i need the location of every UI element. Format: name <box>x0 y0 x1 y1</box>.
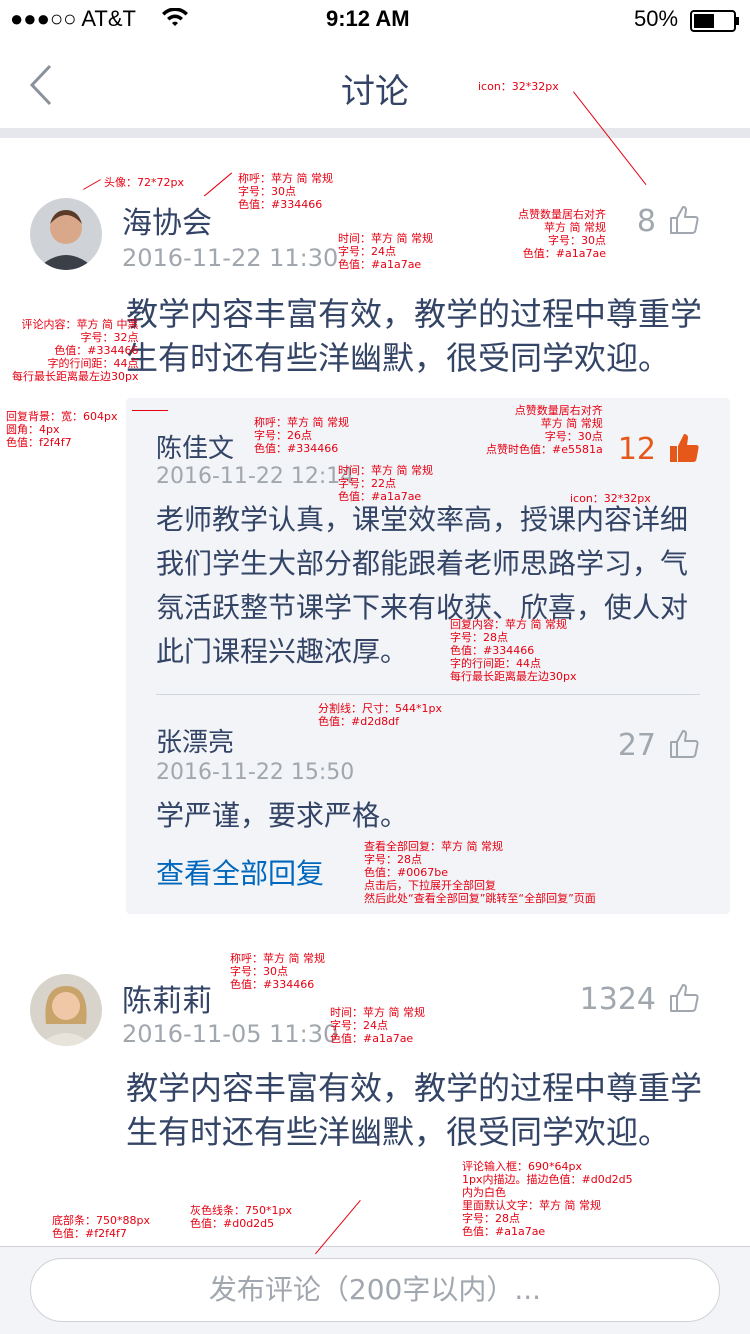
annotation-input-spec: 评论输入框：690*64px 1px内描边。描边色值：#d0d2d5 内为白色 里面默… <box>462 1160 633 1238</box>
reply-name[interactable]: 陈佳文 <box>156 428 234 465</box>
nav-bar: 讨论 <box>0 40 750 128</box>
annotation-time-spec: 时间：苹方 简 常规 字号：24点 色值：#a1a7ae <box>338 232 433 271</box>
annotation-reply-content-spec: 回复内容：苹方 简 常规 字号：28点 色值：#334466 字的行间距：44点 每行最… <box>450 618 577 683</box>
like-count: 1324 <box>579 982 656 1017</box>
like-count: 27 <box>617 728 656 763</box>
reply-name[interactable]: 张漂亮 <box>156 722 234 759</box>
reply-divider <box>156 694 700 695</box>
annotation-time-spec: 时间：苹方 简 常规 字号：24点 色值：#a1a7ae <box>330 1006 425 1045</box>
annotation-icon-size: icon：32*32px <box>478 80 559 93</box>
status-time: 9:12 AM <box>326 6 410 31</box>
thumb-up-icon <box>670 730 699 758</box>
comment-time: 2016-11-05 11:30 <box>122 1020 339 1048</box>
annotation-avatar: 头像：72*72px <box>104 176 184 189</box>
avatar[interactable] <box>30 198 102 270</box>
annotation-leader-line <box>132 410 168 411</box>
commenter-name[interactable]: 海协会 <box>122 198 212 242</box>
annotation-name-spec: 称呼：苹方 简 常规 字号：30点 色值：#334466 <box>230 952 325 991</box>
annotation-reply-time-spec: 时间：苹方 简 常规 字号：22点 色值：#a1a7ae <box>338 464 433 503</box>
page-title: 讨论 <box>341 72 409 112</box>
annotation-leader-line <box>203 172 233 197</box>
annotation-more-spec: 查看全部回复：苹方 简 常规 字号：28点 色值：#0067be 点击后，下拉展开全部… <box>364 840 596 905</box>
reply-time: 2016-11-22 15:50 <box>156 760 355 785</box>
annotation-reply-likes-spec: 点赞数量居右对齐 苹方 简 常规 字号：30点 点赞时色值：#e5581a <box>486 404 603 456</box>
header-divider <box>0 128 750 138</box>
thumb-up-filled-icon <box>670 434 699 462</box>
annotation-likes-spec: 点赞数量居右对齐 苹方 简 常规 字号：30点 色值：#a1a7ae <box>518 208 606 260</box>
annotation-reply-bg-spec: 回复背景：宽：604px 圆角：4px 色值：f2f4f7 <box>6 410 118 449</box>
reply-content: 学严谨，要求严格。 <box>156 799 409 832</box>
view-all-replies-link[interactable]: 查看全部回复 <box>156 852 324 892</box>
reply-time: 2016-11-22 12:14 <box>156 464 355 489</box>
like-button[interactable]: 27 <box>560 728 700 764</box>
wifi-icon <box>162 7 188 34</box>
reply-content: 老师教学认真，课堂效率高，授课内容详细我们学生大部分都能跟着老师思路学习，气氛活… <box>156 503 689 668</box>
annotation-reply-name-spec: 称呼：苹方 简 常规 字号：26点 色值：#334466 <box>254 416 349 455</box>
battery-icon <box>690 10 740 38</box>
avatar[interactable] <box>30 974 102 1046</box>
annotation-content-spec: 评论内容：苹方 简 中黑 字号：32点 色值：#334466 字的行间距：44点 每行最… <box>12 318 139 383</box>
commenter-name[interactable]: 陈莉莉 <box>122 976 212 1020</box>
comment-content: 教学内容丰富有效，教学的过程中尊重学生有时还有些洋幽默，很受同学欢迎。 <box>126 295 703 377</box>
battery-percent: 50% <box>634 6 679 31</box>
comment-time: 2016-11-22 11:30 <box>122 244 339 272</box>
like-button[interactable]: 1324 <box>540 982 700 1018</box>
thumb-up-icon <box>670 206 699 234</box>
comment-input[interactable]: 发布评论（200字以内）... <box>30 1258 720 1322</box>
status-bar: ●●●○○ AT&T 9:12 AM 50% <box>0 0 750 40</box>
annotation-leader-line <box>83 179 101 190</box>
annotation-reply-icon-size: icon：32*32px <box>570 492 651 505</box>
carrier-signal: ●●●○○ AT&T <box>10 6 136 31</box>
annotation-bottom-spec: 底部条：750*88px 色值：#f2f4f7 <box>52 1214 150 1240</box>
annotation-name-spec: 称呼：苹方 简 常规 字号：30点 色值：#334466 <box>238 172 333 211</box>
annotation-gray-line-spec: 灰色线条：750*1px 色值：#d0d2d5 <box>190 1204 292 1230</box>
annotation-divider-spec: 分割线：尺寸：544*1px 色值：#d2d8df <box>318 702 442 728</box>
comment-content: 教学内容丰富有效，教学的过程中尊重学生有时还有些洋幽默，很受同学欢迎。 <box>126 1069 703 1151</box>
thumb-up-icon <box>670 984 699 1012</box>
